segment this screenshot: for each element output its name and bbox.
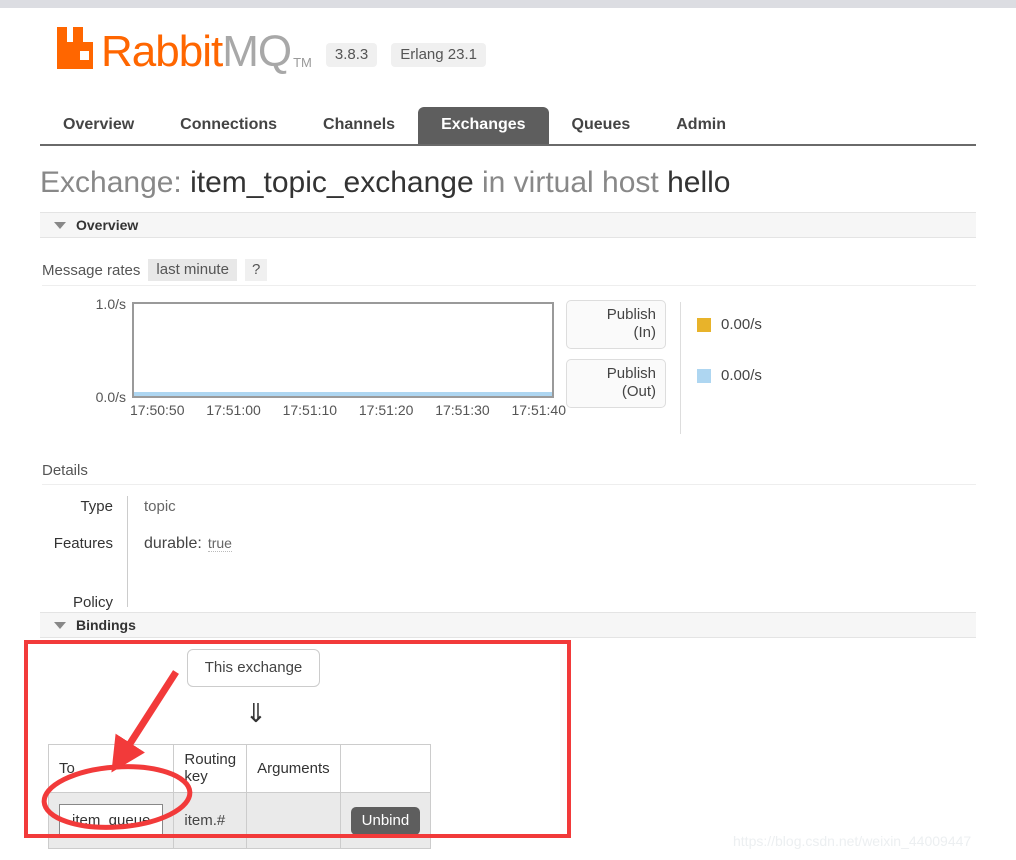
- trademark-symbol: TM: [293, 55, 312, 70]
- legend-publish-in-line1: Publish: [606, 306, 656, 323]
- section-bindings-label: Bindings: [76, 617, 136, 633]
- bindings-table: To Routing key Arguments item_queue item…: [47, 744, 432, 849]
- binding-routing-key-cell: item.#: [173, 792, 248, 849]
- legend-value-publish-in: 0.00/s: [721, 316, 762, 333]
- legend-publish-out-line1: Publish: [606, 365, 656, 382]
- bindings-col-arguments: Arguments: [246, 744, 341, 793]
- legend-publish-out-line2: (Out): [621, 383, 656, 400]
- rates-help-icon[interactable]: ?: [244, 259, 268, 281]
- details-table: Type topic Features durable: true Policy: [42, 496, 427, 611]
- chart-y-tick-min: 0.0/s: [95, 389, 126, 405]
- page-title-vhost: hello: [667, 166, 731, 199]
- tab-connections[interactable]: Connections: [157, 107, 300, 144]
- details-value-type: topic: [127, 496, 427, 533]
- chart-x-tick-5: 17:51:40: [511, 402, 566, 418]
- tab-admin[interactable]: Admin: [653, 107, 749, 144]
- bindings-table-head: To Routing key Arguments: [47, 744, 432, 793]
- section-overview-header[interactable]: Overview: [40, 212, 976, 238]
- section-bindings-header[interactable]: Bindings: [40, 612, 976, 638]
- rabbit-logo-icon: [57, 27, 93, 69]
- page-title-prefix: Exchange:: [40, 166, 182, 199]
- browser-chrome-strip-inner: [0, 8, 1016, 10]
- caret-down-icon: [54, 221, 66, 229]
- tab-channels[interactable]: Channels: [300, 107, 418, 144]
- legend-button-publish-in[interactable]: Publish (In): [566, 300, 666, 349]
- logo-rabbit-text: Rabbit: [101, 27, 223, 76]
- chart-plot-area: [132, 302, 554, 398]
- rabbitmq-logo[interactable]: RabbitMQ TM: [56, 26, 312, 74]
- details-value-features: durable: true: [127, 533, 427, 570]
- page-title: Exchange: item_topic_exchange in virtual…: [40, 165, 730, 201]
- details-heading: Details: [42, 462, 976, 485]
- binding-to-cell: item_queue: [47, 792, 175, 849]
- logo-mq-text: MQ: [222, 27, 292, 76]
- rabbitmq-management-page: RabbitMQ TM 3.8.3 Erlang 23.1 Overview C…: [0, 0, 1016, 860]
- tab-queues[interactable]: Queues: [549, 107, 654, 144]
- bindings-header-row: To Routing key Arguments: [47, 744, 432, 793]
- details-value-policy: [127, 570, 427, 607]
- version-badge: 3.8.3: [325, 43, 378, 67]
- chart-x-tick-2: 17:51:10: [282, 402, 338, 418]
- binding-queue-link[interactable]: item_queue: [59, 803, 164, 838]
- table-row: item_queue item.# Unbind: [47, 792, 432, 849]
- details-key-policy: Policy: [72, 594, 113, 611]
- chart-legend: Publish (In) Publish (Out) 0.00/s 0.00/s: [566, 300, 762, 436]
- logo-text: RabbitMQ: [101, 27, 292, 76]
- legend-values: 0.00/s 0.00/s: [697, 300, 762, 436]
- watermark: https://blog.csdn.net/weixin_44009447: [733, 833, 972, 849]
- chart-x-tick-1: 17:51:00: [206, 402, 261, 418]
- details-row-policy: Policy: [42, 570, 427, 611]
- details-row-type: Type topic: [42, 496, 427, 533]
- legend-swatch-publish-out: [697, 368, 711, 383]
- legend-value-publish-out: 0.00/s: [721, 367, 762, 384]
- tab-exchanges[interactable]: Exchanges: [418, 107, 549, 144]
- erlang-version-badge: Erlang 23.1: [391, 43, 486, 67]
- message-rates-label: Message rates: [42, 261, 141, 279]
- app-header: RabbitMQ TM 3.8.3 Erlang 23.1: [56, 26, 486, 74]
- bindings-col-routing: Routing key: [173, 744, 248, 793]
- feature-durable-label: durable:: [144, 535, 202, 552]
- chart-x-tick-4: 17:51:30: [435, 402, 490, 418]
- chart-x-tick-3: 17:51:20: [358, 402, 414, 418]
- legend-item-publish-out: 0.00/s: [697, 367, 762, 384]
- details-key-type: Type: [80, 498, 113, 515]
- message-rates-row: Message rates last minute ?: [42, 259, 976, 286]
- bindings-table-body: item_queue item.# Unbind: [47, 792, 432, 849]
- section-overview-label: Overview: [76, 217, 139, 233]
- legend-divider: [680, 302, 681, 434]
- main-navigation: Overview Connections Channels Exchanges …: [40, 107, 976, 146]
- chart-x-axis-labels: 17:50:50 17:51:00 17:51:10 17:51:20 17:5…: [130, 402, 566, 418]
- chart-y-tick-max: 1.0/s: [95, 296, 126, 312]
- binding-action-cell: Unbind: [339, 792, 432, 849]
- details-key-features: Features: [53, 535, 113, 552]
- chart-series-publish-out: [134, 392, 552, 396]
- feature-durable-value: true: [207, 535, 232, 552]
- bindings-col-actions: [339, 744, 432, 793]
- flow-down-arrow-icon: ⇓: [245, 698, 267, 728]
- bindings-col-to: To: [47, 744, 175, 793]
- tab-overview[interactable]: Overview: [40, 107, 157, 144]
- this-exchange-button[interactable]: This exchange: [187, 649, 320, 687]
- page-title-middle: in virtual host: [482, 166, 659, 199]
- chart-x-tick-0: 17:50:50: [130, 402, 185, 418]
- legend-button-publish-out[interactable]: Publish (Out): [566, 359, 666, 408]
- legend-item-publish-in: 0.00/s: [697, 316, 762, 333]
- binding-arguments-cell: [246, 792, 341, 849]
- browser-chrome-strip: [0, 0, 1016, 8]
- caret-down-icon-bindings: [54, 621, 66, 629]
- rates-period-button[interactable]: last minute: [148, 259, 237, 281]
- legend-buttons: Publish (In) Publish (Out): [566, 300, 666, 436]
- unbind-button[interactable]: Unbind: [350, 806, 421, 835]
- legend-publish-in-line2: (In): [633, 324, 657, 341]
- legend-swatch-publish-in: [697, 317, 711, 332]
- page-title-exchange-name: item_topic_exchange: [190, 166, 474, 199]
- details-row-features: Features durable: true: [42, 533, 427, 570]
